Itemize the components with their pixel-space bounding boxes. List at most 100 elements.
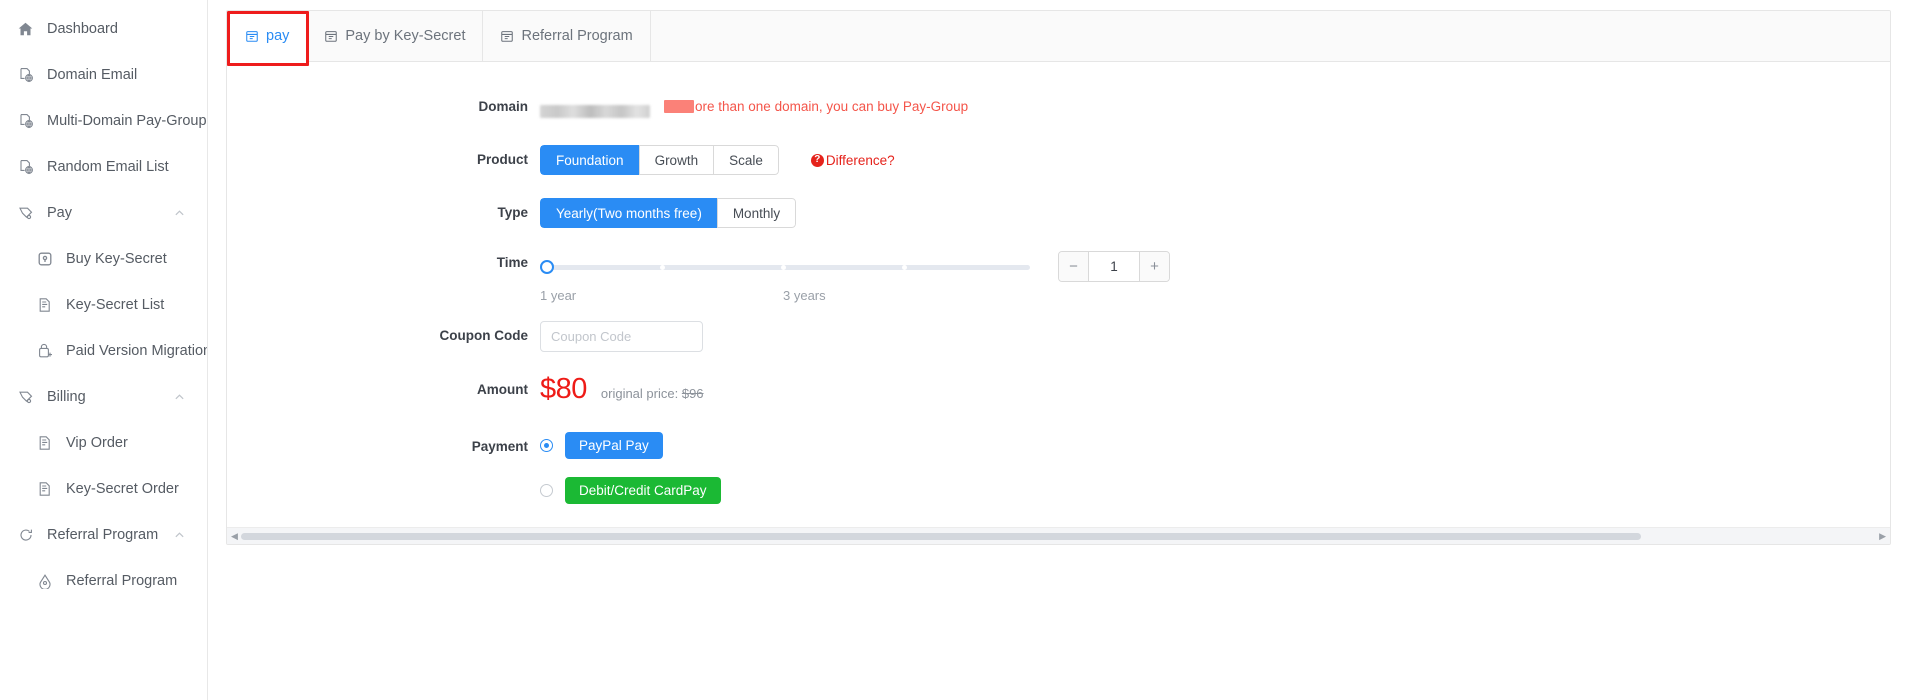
redaction-mask xyxy=(664,100,694,113)
product-option-group: Foundation Growth Scale xyxy=(540,145,779,175)
calendar-icon xyxy=(500,29,514,43)
sidebar-item-label: Referral Program xyxy=(47,527,159,543)
globe-doc-icon xyxy=(17,113,34,130)
sidebar-item-multi-domain-pay-group[interactable]: Multi-Domain Pay-Group xyxy=(0,98,207,144)
difference-link-label: Difference? xyxy=(825,152,895,168)
sidebar-item-label: Random Email List xyxy=(47,159,169,175)
question-circle-icon: ? xyxy=(810,153,824,167)
form-row-domain: Domain ore than one domain, you can buy … xyxy=(227,92,1890,122)
scroll-left-arrow-icon[interactable]: ◀ xyxy=(231,531,238,541)
sidebar-item-billing[interactable]: Billing xyxy=(0,374,207,420)
sidebar-item-referral-program-group[interactable]: Referral Program xyxy=(0,512,207,558)
tab-label: Referral Program xyxy=(521,28,633,44)
scrollbar-thumb[interactable] xyxy=(241,533,1641,540)
sidebar-item-key-secret-list[interactable]: Key-Secret List xyxy=(0,282,207,328)
debit-credit-card-pay-button[interactable]: Debit/Credit CardPay xyxy=(565,477,721,504)
payment-label: Payment xyxy=(471,439,528,454)
form-row-product: Product Foundation Growth Scale ? Differ… xyxy=(227,145,1890,175)
tab-referral-program[interactable]: Referral Program xyxy=(483,11,651,61)
globe-doc-icon xyxy=(17,67,34,84)
slider-range-labels: 1 year 3 years xyxy=(227,288,1890,303)
form-row-payment: Payment PayPal Pay xyxy=(227,432,1890,462)
payment-radio-paypal[interactable] xyxy=(540,439,553,452)
sidebar-item-buy-key-secret[interactable]: Buy Key-Secret xyxy=(0,236,207,282)
sidebar-item-label: Multi-Domain Pay-Group xyxy=(47,113,207,129)
product-option-foundation[interactable]: Foundation xyxy=(540,145,639,175)
product-option-growth[interactable]: Growth xyxy=(638,145,714,175)
sidebar: Dashboard Domain Email Multi-Domain Pay-… xyxy=(0,0,208,700)
product-label: Product xyxy=(476,152,528,167)
sidebar-item-label: Billing xyxy=(47,389,86,405)
tab-pay[interactable]: pay xyxy=(227,11,308,62)
quantity-decrement-button[interactable]: − xyxy=(1059,252,1089,281)
sidebar-item-vip-order[interactable]: Vip Order xyxy=(0,420,207,466)
scroll-right-arrow-icon[interactable]: ▶ xyxy=(1879,531,1886,541)
list-doc-icon xyxy=(36,435,53,452)
form-row-time: Time − 1 + xyxy=(227,251,1890,282)
sidebar-item-label: Vip Order xyxy=(66,435,128,451)
tag-icon xyxy=(17,205,34,222)
globe-doc-icon xyxy=(17,159,34,176)
slider-tick xyxy=(660,264,665,270)
difference-link[interactable]: ? Difference? xyxy=(810,152,895,168)
type-option-yearly[interactable]: Yearly(Two months free) xyxy=(540,198,717,228)
gift-icon xyxy=(36,573,53,590)
time-slider[interactable] xyxy=(540,259,1030,275)
tab-bar: pay Pay by Key-Secret Referral Program xyxy=(227,11,1890,62)
list-doc-icon xyxy=(36,297,53,314)
tag-icon xyxy=(17,389,34,406)
slider-max-label: 3 years xyxy=(783,288,826,303)
sidebar-item-label: Key-Secret Order xyxy=(66,481,179,497)
home-icon xyxy=(17,21,34,38)
tab-label: Pay by Key-Secret xyxy=(345,28,466,44)
form-row-type: Type Yearly(Two months free) Monthly xyxy=(227,198,1890,228)
form-row-coupon: Coupon Code xyxy=(227,321,1890,352)
product-option-scale[interactable]: Scale xyxy=(713,145,779,175)
sidebar-item-label: Pay xyxy=(47,205,72,221)
key-box-icon xyxy=(36,251,53,268)
amount-label: Amount xyxy=(477,382,528,397)
coupon-input[interactable] xyxy=(540,321,703,352)
amount-original-price: original price: $96 xyxy=(601,386,704,404)
form-row-payment-card: Debit/Credit CardPay xyxy=(227,477,1890,507)
chevron-up-icon[interactable] xyxy=(174,208,185,219)
calendar-icon xyxy=(245,29,259,43)
chevron-up-icon[interactable] xyxy=(174,392,185,403)
domain-label: Domain xyxy=(478,99,528,114)
domain-value-redacted xyxy=(540,105,650,118)
original-price-value: $96 xyxy=(681,386,704,401)
slider-tick xyxy=(781,264,786,270)
chevron-up-icon[interactable] xyxy=(174,530,185,541)
sidebar-item-key-secret-order[interactable]: Key-Secret Order xyxy=(0,466,207,512)
sidebar-item-pay[interactable]: Pay xyxy=(0,190,207,236)
sidebar-item-paid-version-migration[interactable]: Paid Version Migration xyxy=(0,328,207,374)
sidebar-item-referral-program[interactable]: Referral Program xyxy=(0,558,207,604)
quantity-value[interactable]: 1 xyxy=(1089,252,1139,281)
sidebar-item-dashboard[interactable]: Dashboard xyxy=(0,6,207,52)
tab-pay-by-key-secret[interactable]: Pay by Key-Secret xyxy=(307,11,484,61)
calendar-icon xyxy=(324,29,338,43)
sidebar-item-label: Dashboard xyxy=(47,21,118,37)
app-root: Dashboard Domain Email Multi-Domain Pay-… xyxy=(0,0,1911,700)
type-option-monthly[interactable]: Monthly xyxy=(716,198,797,228)
quantity-increment-button[interactable]: + xyxy=(1139,252,1169,281)
paypal-pay-button[interactable]: PayPal Pay xyxy=(565,432,663,459)
slider-min-label: 1 year xyxy=(540,288,577,303)
type-option-group: Yearly(Two months free) Monthly xyxy=(540,198,797,228)
domain-hint-text: ore than one domain, you can buy Pay-Gro… xyxy=(664,92,968,122)
sidebar-item-label: Referral Program xyxy=(66,573,178,589)
slider-tick xyxy=(902,264,907,270)
sidebar-item-random-email-list[interactable]: Random Email List xyxy=(0,144,207,190)
quantity-stepper: − 1 + xyxy=(1058,251,1170,282)
slider-handle[interactable] xyxy=(540,259,554,274)
sidebar-item-domain-email[interactable]: Domain Email xyxy=(0,52,207,98)
payment-radio-card[interactable] xyxy=(540,484,553,497)
pay-card: pay Pay by Key-Secret Referral Program D… xyxy=(226,10,1891,545)
domain-hint-label: ore than one domain, you can buy Pay-Gro… xyxy=(695,99,969,114)
coupon-label: Coupon Code xyxy=(439,328,528,343)
list-doc-icon xyxy=(36,481,53,498)
horizontal-scrollbar[interactable]: ◀ ▶ xyxy=(227,527,1890,544)
tab-label: pay xyxy=(266,28,290,44)
sidebar-item-label: Buy Key-Secret xyxy=(66,251,167,267)
sidebar-item-label: Domain Email xyxy=(47,67,138,83)
